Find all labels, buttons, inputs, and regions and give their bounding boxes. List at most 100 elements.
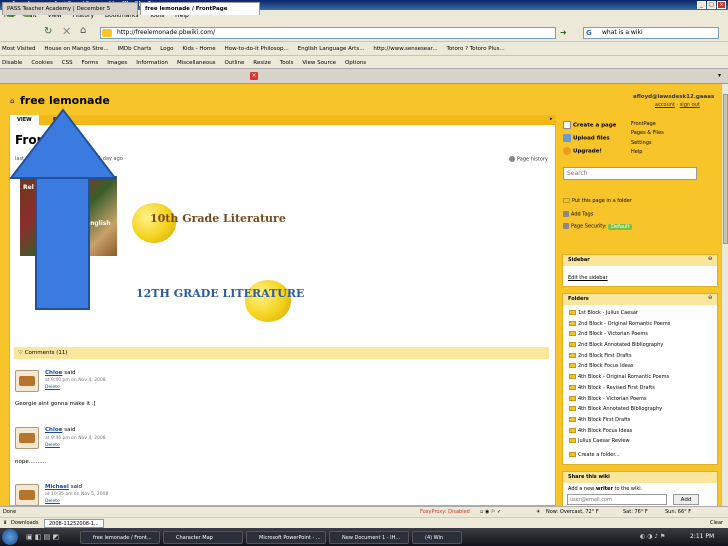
bookmark-item[interactable]: Totoro ? Totoro Plus... xyxy=(447,46,505,52)
folder-item[interactable]: 4th Block - Revised First Drafts xyxy=(563,383,717,394)
reload-icon[interactable]: ↻ xyxy=(44,26,52,37)
sidebar-collapse-icon[interactable]: ⊖ xyxy=(708,256,712,262)
bookmark-item[interactable]: http://www.sensesear... xyxy=(373,46,437,52)
close-button[interactable]: × xyxy=(717,1,726,9)
folder-item[interactable]: 2nd Block - Original Romantic Poems xyxy=(563,319,717,330)
upgrade-icon xyxy=(563,147,571,155)
folder-item[interactable]: 2nd Block Annotated Bibliography xyxy=(563,340,717,351)
dev-forms[interactable]: Forms xyxy=(82,60,99,66)
add-tags-link[interactable]: Add Tags xyxy=(563,211,593,218)
folder-item[interactable]: 1st Block - Julius Caesar xyxy=(563,308,717,319)
tab-list-icon[interactable]: ▾ xyxy=(718,72,721,79)
dev-cookies[interactable]: Cookies xyxy=(31,60,53,66)
folder-item[interactable]: 4th Block - Original Romantic Poems xyxy=(563,372,717,383)
grade-10-literature-link[interactable]: 10th Grade Literature xyxy=(150,212,286,225)
comment-text: nope.......... xyxy=(15,459,47,465)
put-in-folder-link[interactable]: Put this page in a folder xyxy=(563,198,632,204)
folder-item[interactable]: 4th Block Focus Ideas xyxy=(563,426,717,437)
folder-label: 2nd Block First Drafts xyxy=(578,352,632,359)
folders-collapse-icon[interactable]: ⊖ xyxy=(708,295,712,301)
grade-12-literature-link[interactable]: 12TH GRADE LITERATURE xyxy=(136,287,304,300)
comment-delete-link[interactable]: Delete xyxy=(45,443,60,448)
dev-images[interactable]: Images xyxy=(107,60,127,66)
comment-said: said xyxy=(70,484,83,490)
comment-author[interactable]: Chloe xyxy=(45,370,62,376)
dev-tools[interactable]: Tools xyxy=(280,60,294,66)
start-button[interactable] xyxy=(2,529,18,545)
google-icon[interactable]: G xyxy=(586,29,592,37)
comment-delete-link[interactable]: Delete xyxy=(45,499,60,504)
bookmark-item[interactable]: Logo xyxy=(160,46,173,52)
settings-link[interactable]: Settings xyxy=(631,140,652,146)
sign-out-link[interactable]: sign out xyxy=(680,102,700,108)
bookmark-item[interactable]: English Language Arts... xyxy=(298,46,365,52)
tab-free-lemonade[interactable]: free lemonade / FrontPage xyxy=(140,2,260,15)
folder-label: 1st Block - Julius Caesar xyxy=(578,310,638,316)
annotation-arrow-head xyxy=(8,108,118,179)
create-folder-link[interactable]: Create a folder... xyxy=(563,450,717,461)
tab-close-icon[interactable]: × xyxy=(250,72,258,80)
edit-sidebar-link[interactable]: Edit the sidebar xyxy=(563,266,717,281)
wiki-search-input[interactable] xyxy=(563,167,697,180)
bookmark-item[interactable]: How-to-do-it Philosop... xyxy=(225,46,289,52)
comment-delete-link[interactable]: Delete xyxy=(45,385,60,390)
taskbar-item[interactable]: Character Map xyxy=(163,531,243,544)
upgrade-link[interactable]: Upgrade! xyxy=(563,147,602,155)
folder-item[interactable]: 4th Block Annotated Bibliography xyxy=(563,404,717,415)
security-badge[interactable]: Default xyxy=(608,223,633,230)
account-link[interactable]: account xyxy=(655,102,675,108)
tab-pass-teacher-academy[interactable]: PASS Teacher Academy | December 5 xyxy=(2,2,138,15)
vertical-scrollbar[interactable] xyxy=(721,84,728,506)
folder-item[interactable]: 4th Block - Victorian Poems xyxy=(563,394,717,405)
home-icon[interactable]: ⌂ xyxy=(80,25,86,36)
dev-miscellaneous[interactable]: Miscellaneous xyxy=(177,60,216,66)
site-name[interactable]: free lemonade xyxy=(20,94,110,107)
stop-icon[interactable]: ✕ xyxy=(62,25,71,38)
help-link[interactable]: Help xyxy=(631,149,642,155)
taskbar-item[interactable]: Microsoft PowerPoint - ... xyxy=(246,531,326,544)
comment-said: said xyxy=(64,427,76,433)
dev-outline[interactable]: Outline xyxy=(224,60,244,66)
dev-resize[interactable]: Resize xyxy=(253,60,271,66)
minimize-button[interactable]: _ xyxy=(697,1,706,9)
frontpage-link[interactable]: FrontPage xyxy=(631,121,656,127)
share-email-input[interactable] xyxy=(567,494,667,505)
comments-header[interactable]: ♡ Comments (11) xyxy=(14,347,549,359)
dev-options[interactable]: Options xyxy=(345,60,366,66)
search-bar[interactable]: what is a wiki xyxy=(583,27,719,39)
bookmark-item[interactable]: Kids - Home xyxy=(182,46,215,52)
dev-css[interactable]: CSS xyxy=(62,60,73,66)
comment-author[interactable]: Michael xyxy=(45,484,69,490)
maximize-button[interactable]: □ xyxy=(707,1,716,9)
folder-item[interactable]: 2nd Block Focus Ideas xyxy=(563,361,717,372)
folder-item[interactable]: Julius Caesar Review xyxy=(563,436,717,447)
folder-item[interactable]: 2nd Block - Victorian Poems xyxy=(563,329,717,340)
go-icon[interactable]: ➜ xyxy=(560,27,578,39)
share-text-post: to the wiki. xyxy=(612,486,643,492)
taskbar-item[interactable]: free lemonade / Front... xyxy=(80,531,160,544)
bookmark-item[interactable]: House on Mango Stre... xyxy=(44,46,108,52)
pages-files-link[interactable]: Pages & Files xyxy=(631,130,664,136)
collapse-icon[interactable]: ▸ xyxy=(550,116,553,122)
folder-icon xyxy=(569,406,576,412)
add-writer-button[interactable]: Add xyxy=(673,494,699,505)
folder-item[interactable]: 4th Block First Drafts xyxy=(563,415,717,426)
dev-disable[interactable]: Disable xyxy=(2,60,22,66)
download-file[interactable]: 2008-11252008-1... xyxy=(44,519,104,528)
wiki-home-icon[interactable]: ⌂ xyxy=(10,97,14,105)
comment-author[interactable]: Chloe xyxy=(45,427,62,433)
taskbar-item[interactable]: (4) Win xyxy=(412,531,462,544)
upload-files-link[interactable]: Upload files xyxy=(563,134,610,142)
bookmark-item[interactable]: Most Visited xyxy=(2,46,35,52)
dev-view-source[interactable]: View Source xyxy=(302,60,336,66)
page-history-link[interactable]: Page history xyxy=(509,156,548,163)
taskbar-item[interactable]: New Document 1 - IH... xyxy=(329,531,409,544)
address-bar[interactable]: http://freelemonade.pbwiki.com/ xyxy=(100,27,556,39)
folder-label: 4th Block Focus Ideas xyxy=(578,427,633,434)
dev-information[interactable]: Information xyxy=(136,60,168,66)
create-page-label: Create a page xyxy=(573,122,617,129)
folder-item[interactable]: 2nd Block First Drafts xyxy=(563,351,717,362)
upload-icon xyxy=(563,134,571,142)
create-page-link[interactable]: Create a page xyxy=(563,121,616,129)
bookmark-item[interactable]: IMDb Charts xyxy=(118,46,152,52)
